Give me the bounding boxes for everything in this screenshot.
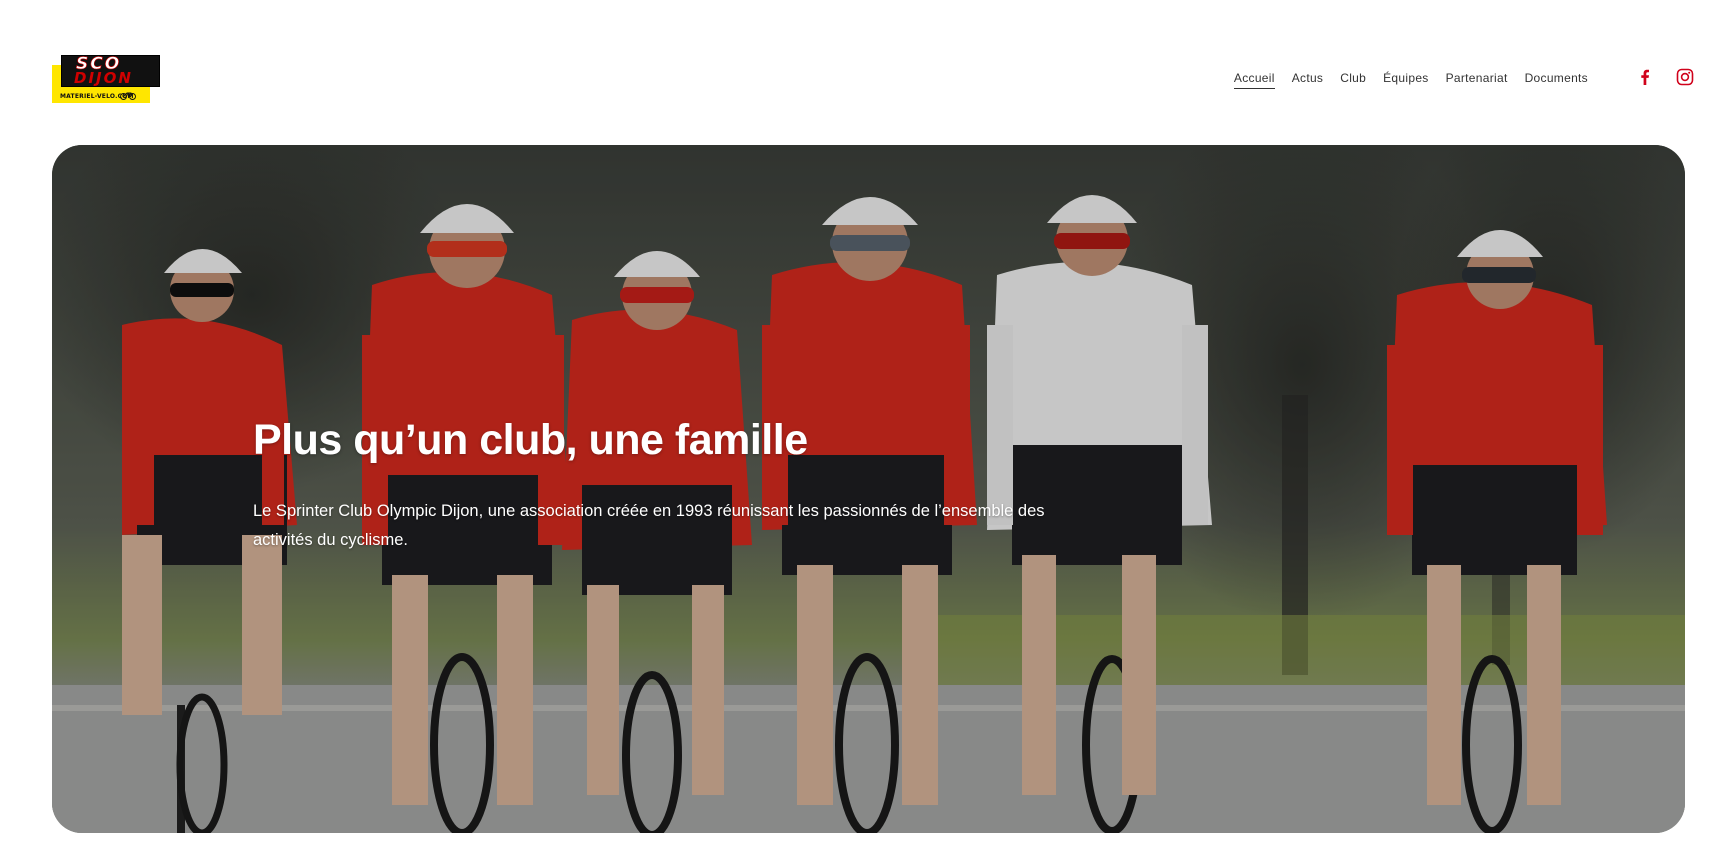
nav-item-partenariat[interactable]: Partenariat — [1446, 70, 1508, 86]
instagram-icon — [1676, 68, 1694, 86]
main-nav: Accueil Actus Club Équipes Partenariat D… — [1233, 70, 1588, 89]
nav-item-actus[interactable]: Actus — [1292, 70, 1324, 86]
logo-black-band: SCO DIJON — [61, 55, 160, 87]
nav-item-accueil[interactable]: Accueil — [1233, 70, 1275, 89]
facebook-icon — [1641, 69, 1649, 85]
logo-text-dijon: DIJON — [74, 69, 133, 87]
instagram-link[interactable] — [1676, 68, 1694, 86]
site-header: SCO DIJON MATERIEL-VELO.COM Accueil Actu… — [0, 0, 1720, 145]
site-logo[interactable]: SCO DIJON MATERIEL-VELO.COM — [52, 55, 160, 103]
nav-item-club[interactable]: Club — [1340, 70, 1366, 86]
nav-item-equipes[interactable]: Équipes — [1383, 70, 1428, 86]
bike-icon — [120, 92, 136, 100]
facebook-link[interactable] — [1636, 68, 1654, 86]
social-links — [1636, 68, 1694, 86]
nav-item-documents[interactable]: Documents — [1525, 70, 1588, 86]
hero-banner: Plus qu’un club, une famille Le Sprinter… — [52, 145, 1685, 833]
hero-description: Le Sprinter Club Olympic Dijon, une asso… — [253, 502, 1045, 549]
hero-overlay — [52, 145, 1685, 833]
hero-title: Plus qu’un club, une famille — [253, 416, 808, 464]
